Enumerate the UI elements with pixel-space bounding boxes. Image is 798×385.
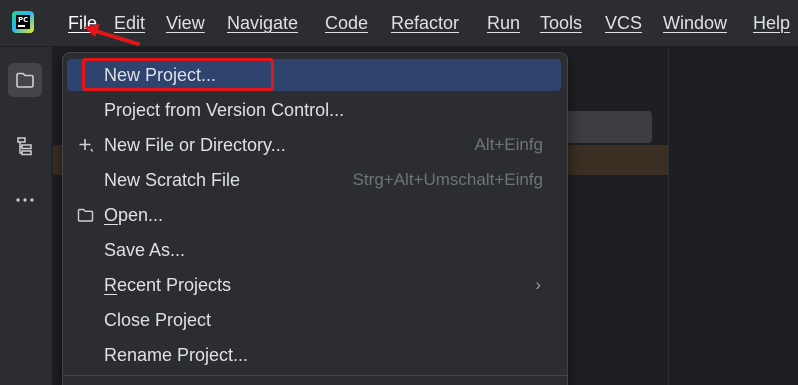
menu-bar: PC File Edit View Navigate Code Refactor…	[0, 0, 798, 47]
more-tools-button[interactable]	[8, 183, 42, 217]
menu-separator	[63, 375, 567, 376]
menu-item-label: Project from Version Control...	[104, 100, 345, 120]
pycharm-logo-icon[interactable]: PC	[12, 11, 34, 33]
menu-vcs[interactable]: VCS	[605, 11, 642, 35]
menu-file[interactable]: File	[68, 11, 97, 35]
menu-window[interactable]: Window	[663, 11, 727, 35]
menu-tools[interactable]: Tools	[540, 11, 582, 35]
structure-tool-button[interactable]	[8, 129, 42, 163]
project-tool-button[interactable]	[8, 63, 42, 97]
menu-item-new-file-or-directory[interactable]: New File or Directory... Alt+Einfg	[67, 129, 561, 161]
menu-item-label: New File or Directory...	[104, 135, 286, 155]
submenu-chevron-icon: ›	[535, 275, 541, 294]
structure-icon	[17, 137, 32, 156]
more-icon	[16, 198, 34, 202]
ide-window: PC File Edit View Navigate Code Refactor…	[0, 0, 798, 385]
menu-item-save-as[interactable]: Save As...	[67, 234, 561, 266]
menu-item-label: Open...	[104, 205, 164, 225]
annotation-highlight-box	[82, 58, 274, 91]
menu-item-recent-projects[interactable]: Recent Projects ›	[67, 269, 561, 301]
menu-item-label: Rename Project...	[104, 345, 249, 365]
menu-navigate[interactable]: Navigate	[227, 11, 298, 35]
tool-window-strip	[0, 47, 53, 385]
menu-item-label: New Scratch File	[104, 170, 241, 190]
menu-code[interactable]: Code	[325, 11, 368, 35]
menu-view[interactable]: View	[166, 11, 205, 35]
menu-item-project-from-vcs[interactable]: Project from Version Control...	[67, 94, 561, 126]
folder-open-icon	[77, 208, 94, 222]
menu-item-open[interactable]: Open...	[67, 199, 561, 231]
menu-run[interactable]: Run	[487, 11, 520, 35]
shortcut-label: Strg+Alt+Umschalt+Einfg	[352, 170, 543, 189]
menu-help[interactable]: Help	[753, 11, 790, 35]
menu-edit[interactable]: Edit	[114, 11, 145, 35]
right-panel	[668, 47, 798, 385]
menu-item-close-project[interactable]: Close Project	[67, 304, 561, 336]
menu-refactor[interactable]: Refactor	[391, 11, 459, 35]
file-menu-dropdown: New Project... Project from Version Cont…	[62, 52, 568, 385]
menu-item-label: Save As...	[104, 240, 186, 260]
menu-item-label: Recent Projects	[104, 275, 232, 295]
folder-icon	[16, 72, 34, 88]
menu-item-new-scratch-file[interactable]: New Scratch File Strg+Alt+Umschalt+Einfg	[67, 164, 561, 196]
shortcut-label: Alt+Einfg	[474, 135, 543, 154]
background-field	[562, 111, 652, 143]
plus-icon	[79, 139, 94, 152]
menu-item-rename-project[interactable]: Rename Project...	[67, 339, 561, 371]
menu-item-label: Close Project	[104, 310, 212, 330]
